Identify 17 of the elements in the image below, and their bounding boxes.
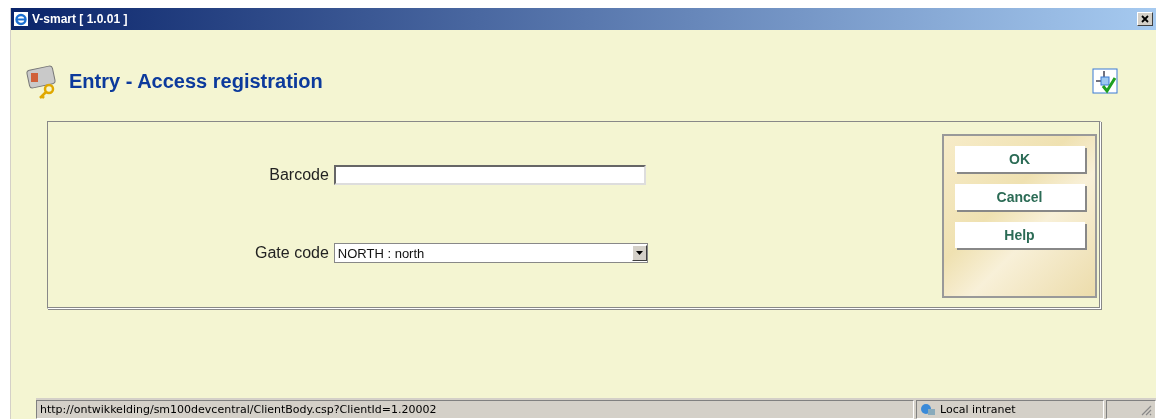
network-icon <box>920 402 936 417</box>
gate-code-dropdown[interactable]: NORTH : north <box>333 243 648 263</box>
page-title: Entry - Access registration <box>69 69 324 93</box>
browser-icon <box>14 12 28 26</box>
move-check-icon[interactable] <box>1092 68 1118 94</box>
action-button[interactable]: Cancel <box>954 184 1085 210</box>
status-url: http://ontwikkelding/sm100devcentral/ClientBody.csp?ClientId=1.20002 <box>36 400 914 419</box>
field-label: Gate code <box>255 244 329 262</box>
zone-label: Local intranet <box>940 403 1016 416</box>
resize-grip-icon[interactable] <box>1140 403 1152 416</box>
field-label: Barcode <box>269 166 329 184</box>
action-button[interactable]: OK <box>954 146 1085 172</box>
window-title: V-smart [ 1.0.01 ] <box>32 12 129 26</box>
close-icon[interactable] <box>1141 15 1149 23</box>
barcode-field[interactable] <box>333 165 646 185</box>
action-button[interactable]: Help <box>954 222 1085 248</box>
close-button[interactable] <box>1137 12 1153 26</box>
